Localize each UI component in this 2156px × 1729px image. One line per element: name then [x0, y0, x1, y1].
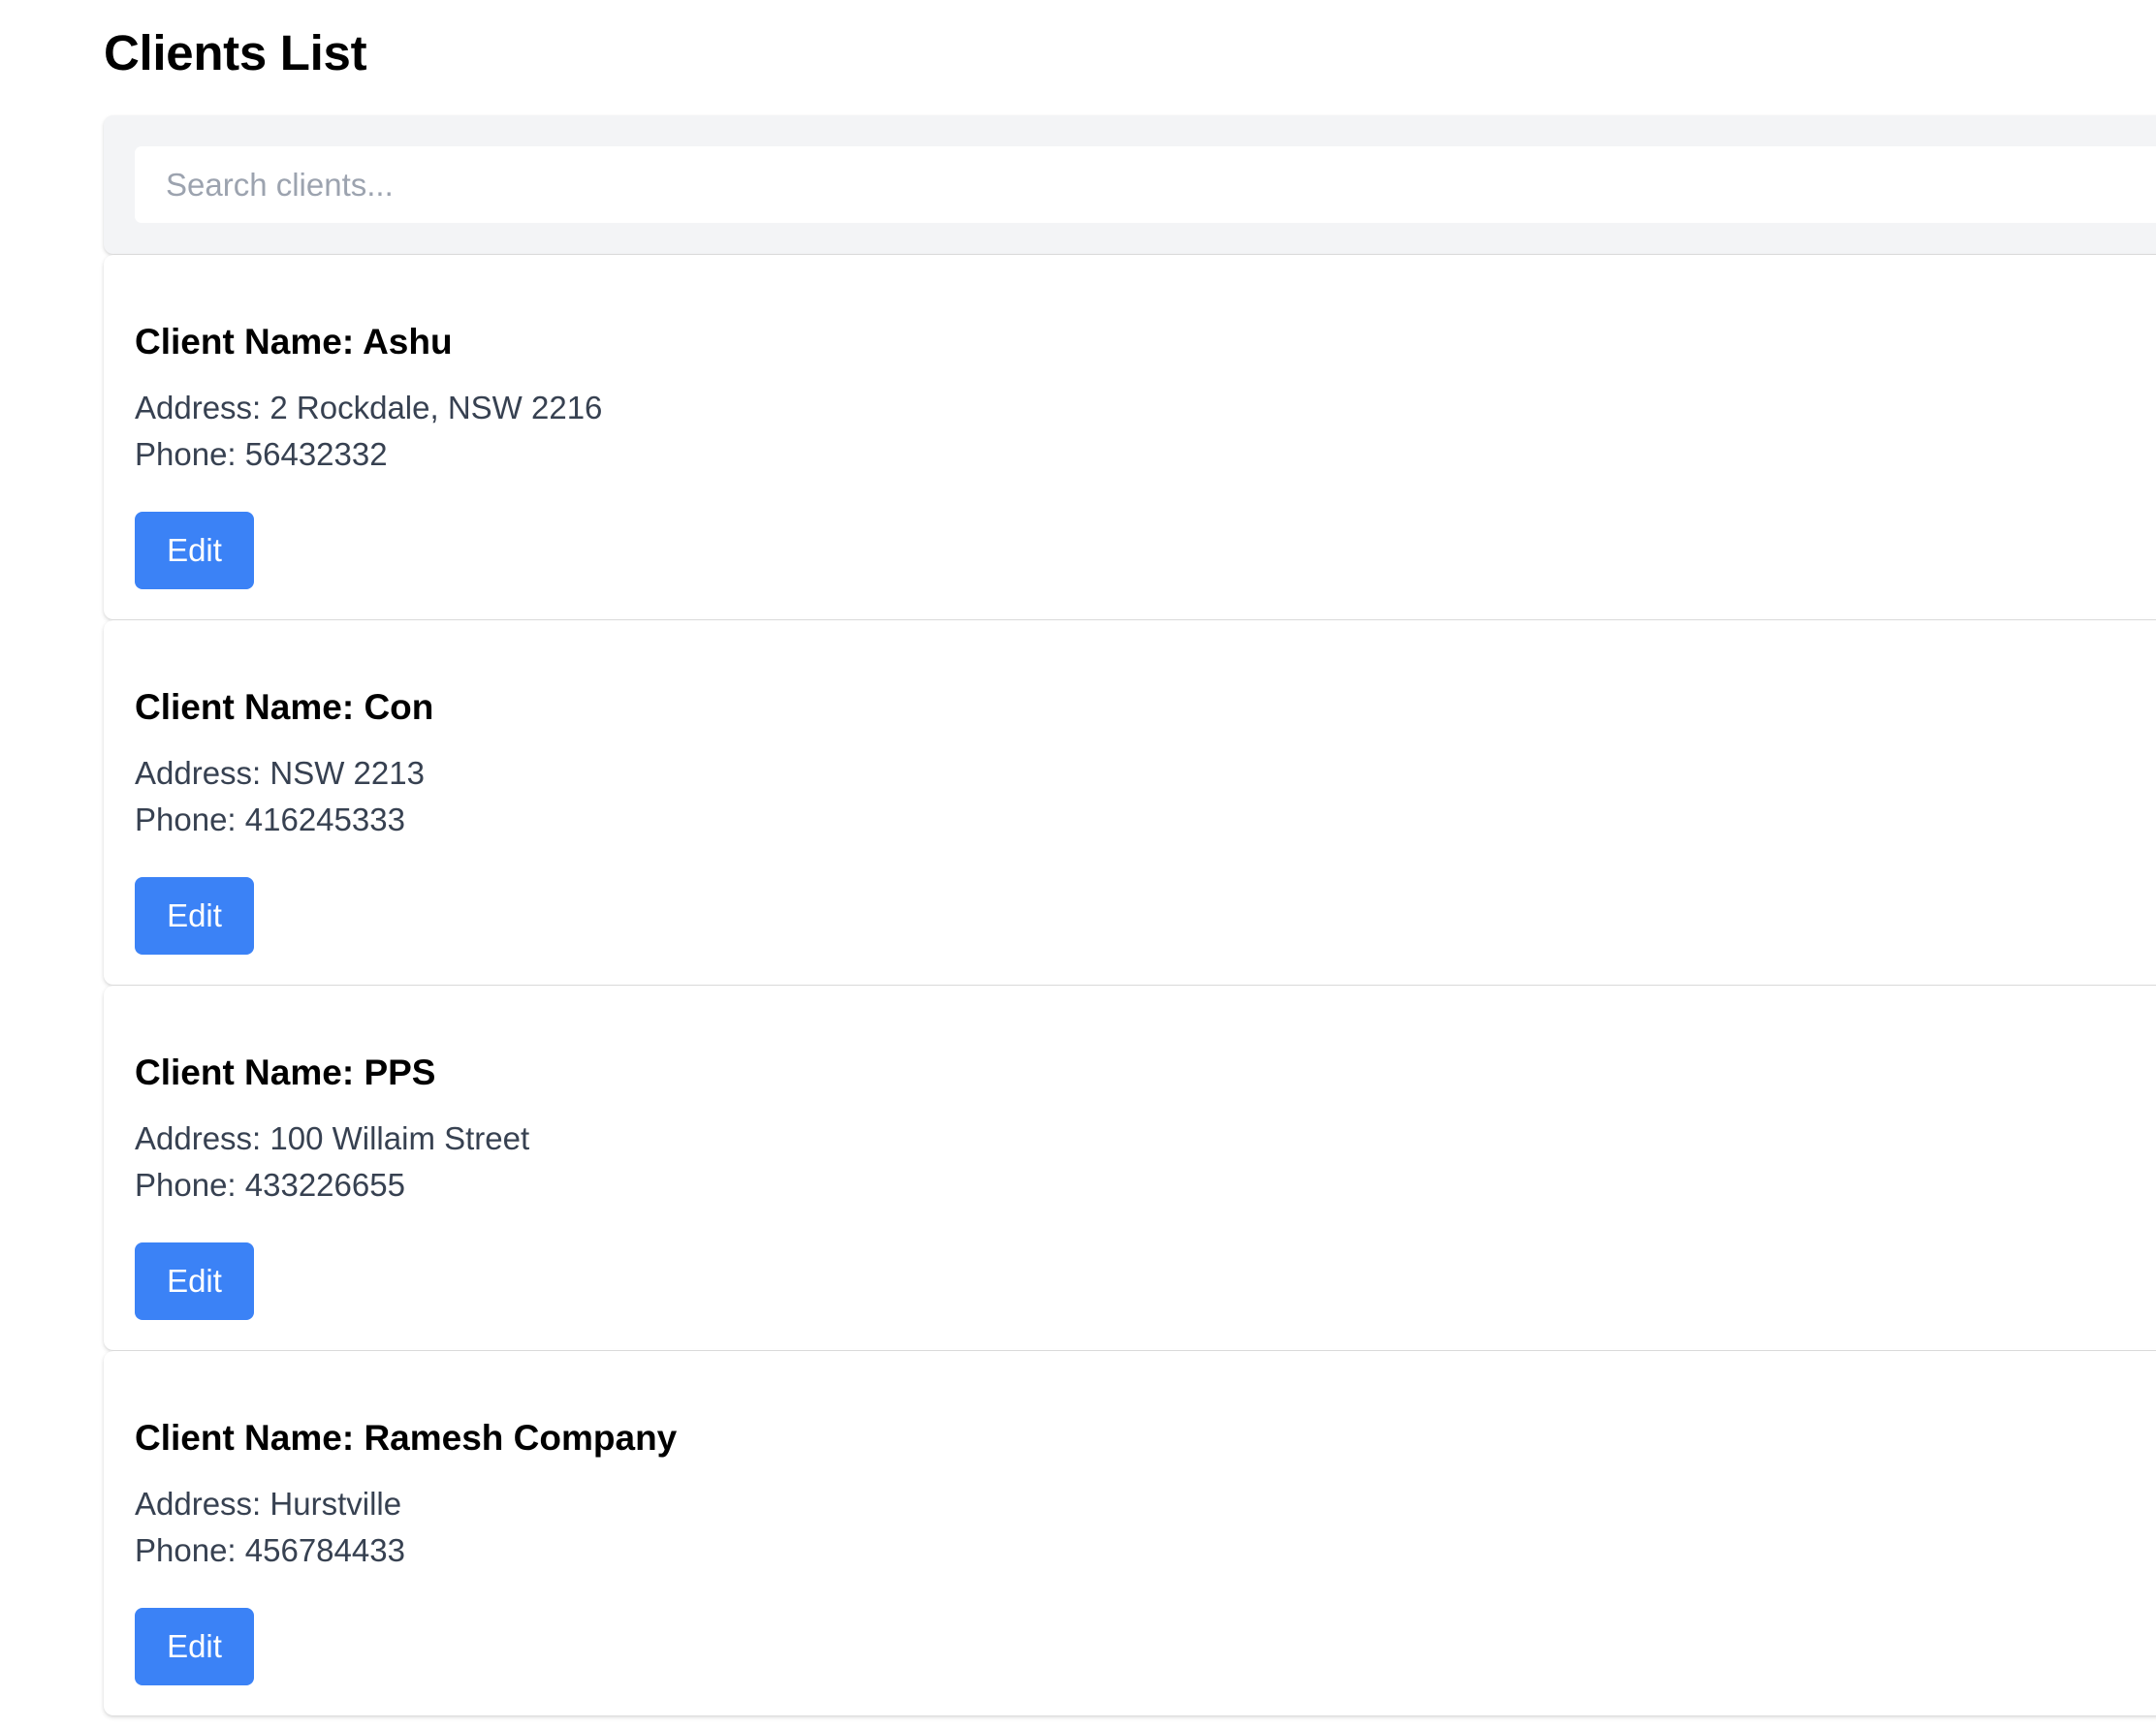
client-card: Client Name: Ashu Address: 2 Rockdale, N… — [104, 255, 2156, 619]
client-name-value: Ramesh Company — [364, 1418, 678, 1458]
client-name-label: Client Name: — [135, 687, 355, 727]
client-name: Client Name: Ashu — [135, 321, 453, 363]
page-title: Clients List — [104, 25, 367, 80]
edit-button[interactable]: Edit — [135, 1608, 254, 1685]
client-row: Client Name: Ramesh Company Address: Hur… — [104, 1350, 2156, 1715]
client-name-value: PPS — [364, 1053, 436, 1092]
client-address: Address: Hurstville — [135, 1486, 402, 1522]
client-phone: Phone: 56432332 — [135, 436, 388, 472]
client-name-label: Client Name: — [135, 1418, 355, 1458]
client-name: Client Name: Con — [135, 686, 433, 729]
client-name-value: Ashu — [363, 322, 453, 362]
client-row: Client Name: Ashu Address: 2 Rockdale, N… — [104, 254, 2156, 619]
clients-page: Clients List Client Name: Ashu Address: … — [0, 0, 2156, 1729]
edit-button[interactable]: Edit — [135, 1242, 254, 1320]
client-address: Address: NSW 2213 — [135, 755, 425, 791]
client-name: Client Name: Ramesh Company — [135, 1417, 677, 1460]
client-name-label: Client Name: — [135, 1053, 355, 1092]
client-card: Client Name: PPS Address: 100 Willaim St… — [104, 986, 2156, 1350]
client-card: Client Name: Ramesh Company Address: Hur… — [104, 1351, 2156, 1715]
search-panel — [104, 115, 2156, 254]
client-address: Address: 2 Rockdale, NSW 2216 — [135, 390, 603, 425]
edit-button[interactable]: Edit — [135, 512, 254, 589]
client-phone: Phone: 416245333 — [135, 802, 405, 837]
edit-button[interactable]: Edit — [135, 877, 254, 955]
client-address: Address: 100 Willaim Street — [135, 1120, 530, 1156]
client-name: Client Name: PPS — [135, 1052, 435, 1094]
client-phone: Phone: 433226655 — [135, 1167, 405, 1203]
client-list: Client Name: Ashu Address: 2 Rockdale, N… — [104, 254, 2156, 1715]
client-phone: Phone: 456784433 — [135, 1532, 405, 1568]
client-name-label: Client Name: — [135, 322, 355, 362]
client-row: Client Name: Con Address: NSW 2213 Phone… — [104, 619, 2156, 985]
client-card: Client Name: Con Address: NSW 2213 Phone… — [104, 620, 2156, 985]
search-input[interactable] — [135, 146, 2156, 223]
client-row: Client Name: PPS Address: 100 Willaim St… — [104, 985, 2156, 1350]
client-name-value: Con — [364, 687, 434, 727]
